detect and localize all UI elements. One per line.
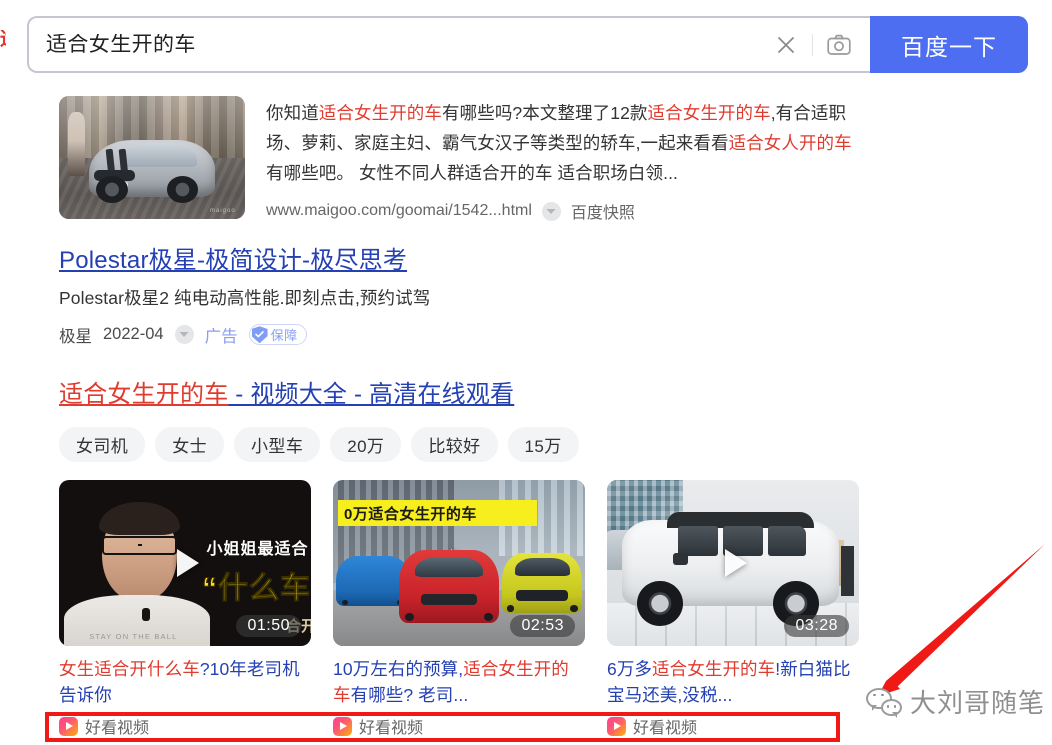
video-thumbnail[interactable]: 03:28	[607, 480, 859, 646]
search-result-organic: maigoo 你知道适合女生开的车有哪些吗?本文整理了12款适合女生开的车,有合…	[59, 96, 859, 223]
thumb-person-mic	[142, 608, 151, 622]
search-input-actions	[767, 26, 870, 64]
result-source-row: www.maigoo.com/goomai/1542...html 百度快照	[266, 199, 859, 223]
ad-date: 2022-04	[103, 325, 164, 344]
play-icon[interactable]	[725, 549, 747, 577]
arrow-pointer-icon	[878, 544, 1045, 696]
result-body: 你知道适合女生开的车有哪些吗?本文整理了12款适合女生开的车,有合适职场、萝莉、…	[266, 96, 859, 223]
video-card-list: STAY ON THE BALL 小姐姐最适合 “什么车 合开 01:50 女生…	[59, 480, 859, 738]
haokan-video-icon	[607, 716, 626, 736]
video-thumbnail[interactable]: STAY ON THE BALL 小姐姐最适合 “什么车 合开 01:50	[59, 480, 311, 646]
video-block-title[interactable]: 适合女生开的车 - 视频大全 - 高清在线观看	[59, 381, 514, 410]
tag-pill[interactable]: 女司机	[59, 427, 146, 462]
thumb-pole	[841, 546, 854, 597]
video-thumbnail[interactable]: 0万适合女生开的车 02:53	[333, 480, 585, 646]
video-card[interactable]: 0万适合女生开的车 02:53 10万左右的预算,适合女生开的车有哪些? 老司.…	[333, 480, 585, 738]
thumb-ev-glass	[768, 526, 807, 557]
thumb-pedestrian	[68, 111, 86, 176]
video-source[interactable]: 好看视频	[333, 714, 585, 738]
cache-link[interactable]: 百度快照	[571, 199, 635, 223]
close-icon[interactable]	[767, 26, 805, 64]
icon-divider	[812, 33, 813, 56]
snippet-part-highlight: 适合女生开的车	[318, 103, 443, 123]
haokan-video-icon	[333, 716, 352, 736]
video-source-label: 好看视频	[633, 720, 698, 737]
video-title-rest: - 视频大全 - 高清在线观看	[228, 381, 515, 408]
video-source[interactable]: 好看视频	[59, 714, 311, 738]
search-input-container[interactable]: 适合女生开的车	[27, 16, 870, 73]
video-title-part: 10万左右的预算,	[333, 659, 464, 679]
tag-pill[interactable]: 小型车	[234, 427, 321, 462]
ad-meta-row: 极星 2022-04 广告 保障	[59, 323, 679, 347]
snippet-part: 你知道	[266, 103, 319, 123]
thumb-caption-line1: 小姐姐最适合	[206, 540, 309, 558]
result-thumbnail[interactable]: maigoo	[59, 96, 245, 219]
thumb-shirt-text: STAY ON THE BALL	[89, 632, 178, 642]
guarantee-label: 保障	[270, 328, 298, 344]
video-source[interactable]: 好看视频	[607, 714, 859, 738]
thumb-car-wheel	[96, 175, 128, 204]
left-edge-red-marker: 适	[0, 30, 6, 60]
haokan-video-icon	[59, 716, 78, 736]
thumb-ev-wheel	[637, 581, 683, 627]
thumb-car-yellow	[501, 553, 583, 613]
video-duration: 03:28	[784, 615, 849, 637]
search-input[interactable]: 适合女生开的车	[29, 34, 767, 55]
ad-description: Polestar极星2 纯电动高性能.即刻点击,预约试驾	[59, 288, 431, 308]
shield-check-icon	[251, 326, 268, 344]
video-title-query: 适合女生开的车	[59, 381, 229, 408]
baidu-search-results-page: 适 适合女生开的车 百度一下	[0, 0, 1052, 745]
thumb-ev-glass	[677, 526, 718, 557]
status-badge-guarantee[interactable]: 保障	[248, 324, 307, 346]
tag-pill[interactable]: 15万	[507, 427, 579, 462]
video-title[interactable]: 10万左右的预算,适合女生开的车有哪些? 老司...	[333, 656, 585, 708]
thumb-banner: 0万适合女生开的车	[338, 499, 538, 527]
thumb-car-red	[398, 549, 500, 623]
result-url[interactable]: www.maigoo.com/goomai/1542...html	[266, 202, 532, 220]
video-card[interactable]: STAY ON THE BALL 小姐姐最适合 “什么车 合开 01:50 女生…	[59, 480, 311, 738]
search-submit-button[interactable]: 百度一下	[870, 16, 1028, 73]
ad-label: 广告	[204, 327, 238, 346]
ad-brand: 极星	[59, 327, 92, 346]
snippet-part: 有哪些吧。 女性不同人群适合开的车 适合职场白领...	[266, 163, 679, 183]
snippet-part-highlight: 适合女生开的车	[647, 103, 771, 123]
video-duration: 01:50	[236, 615, 301, 637]
chevron-down-icon[interactable]	[541, 201, 561, 221]
play-icon[interactable]	[177, 549, 199, 577]
watermark: 大刘哥随笔	[866, 683, 1045, 720]
chevron-down-icon[interactable]	[174, 325, 194, 345]
search-result-ad: Polestar极星-极简设计-极尽思考 Polestar极星2 纯电动高性能.…	[59, 246, 679, 347]
thumb-ev-mirror	[672, 553, 688, 565]
thumb-watermark: maigoo	[210, 208, 236, 215]
result-snippet: 你知道适合女生开的车有哪些吗?本文整理了12款适合女生开的车,有合适职场、萝莉、…	[266, 98, 859, 188]
thumb-person-hair	[99, 501, 180, 535]
tag-pill[interactable]: 女士	[155, 427, 225, 462]
video-title-part: 有哪些? 老司...	[350, 685, 469, 705]
video-title[interactable]: 女生适合开什么车?10年老司机告诉你	[59, 656, 311, 708]
thumb-banner-text: 0万适合女生开的车	[344, 505, 477, 523]
thumb-caption-line2: “什么车	[202, 572, 311, 606]
search-bar: 适合女生开的车 百度一下	[27, 16, 1028, 73]
watermark-text: 大刘哥随笔	[910, 688, 1046, 718]
camera-icon[interactable]	[820, 26, 858, 64]
video-title-part: 6万多	[607, 659, 653, 679]
thumb-car-window	[122, 142, 197, 168]
ad-title-link[interactable]: Polestar极星-极简设计-极尽思考	[59, 246, 407, 276]
tag-pill[interactable]: 比较好	[411, 427, 498, 462]
video-title-part-highlight: 适合女生开的车	[652, 659, 776, 679]
video-source-label: 好看视频	[359, 720, 424, 737]
snippet-part-highlight: 适合女人开的车	[728, 133, 852, 153]
related-tag-pills: 女司机 女士 小型车 20万 比较好 15万	[59, 427, 579, 462]
wechat-icon	[866, 687, 902, 718]
video-source-label: 好看视频	[85, 720, 150, 737]
video-title-part-highlight: 女生适合开什么车	[59, 659, 200, 679]
snippet-part: 有哪些吗?本文整理了12款	[442, 103, 648, 123]
thumb-person-glasses	[101, 536, 178, 555]
video-title[interactable]: 6万多适合女生开的车!新白猫比宝马还美,没税...	[607, 656, 859, 708]
video-duration: 02:53	[510, 615, 575, 637]
tag-pill[interactable]: 20万	[330, 427, 402, 462]
video-card[interactable]: 03:28 6万多适合女生开的车!新白猫比宝马还美,没税... 好看视频	[607, 480, 859, 738]
